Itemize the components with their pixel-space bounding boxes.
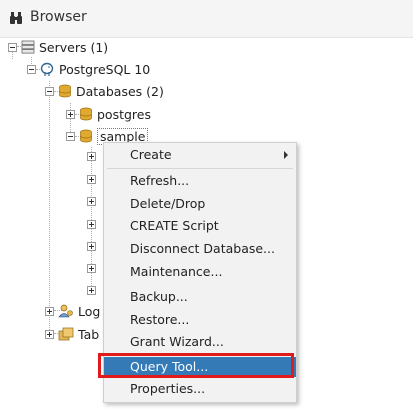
menu-item-maintenance[interactable]: Maintenance... xyxy=(104,262,296,282)
menu-item-restore[interactable]: Restore... xyxy=(104,310,296,330)
menu-item-grant-wizard[interactable]: Grant Wizard... xyxy=(104,332,296,352)
databases-label: Databases (2) xyxy=(76,83,164,99)
menu-item-delete-drop[interactable]: Delete/Drop xyxy=(104,194,296,214)
browser-title: Browser xyxy=(30,9,87,25)
postgresql-elephant-icon xyxy=(40,62,54,76)
menu-item-label: Backup... xyxy=(130,289,188,304)
servers-label: Servers (1) xyxy=(39,39,109,55)
expand-toggle[interactable] xyxy=(87,285,96,295)
login-roles-icon xyxy=(58,304,73,317)
menu-item-label: Properties... xyxy=(130,381,206,396)
menu-item-create[interactable]: Create xyxy=(104,145,296,165)
databases-icon xyxy=(59,84,71,98)
tablespaces-label: Tab xyxy=(78,326,100,342)
login-roles-label: Log xyxy=(78,303,101,319)
menu-item-label: Delete/Drop xyxy=(130,196,206,211)
tree-node-sample-child[interactable] xyxy=(87,170,100,188)
tree-node-sample-child[interactable] xyxy=(87,237,100,255)
expand-toggle[interactable] xyxy=(87,196,96,206)
submenu-arrow-icon xyxy=(284,151,288,159)
tree-node-sample-child[interactable] xyxy=(87,281,100,299)
menu-item-label: CREATE Script xyxy=(130,218,219,233)
expand-toggle[interactable] xyxy=(45,329,54,339)
expand-toggle[interactable] xyxy=(45,306,54,316)
collapse-toggle[interactable] xyxy=(27,64,36,74)
menu-item-backup[interactable]: Backup... xyxy=(104,287,296,307)
menu-item-refresh[interactable]: Refresh... xyxy=(104,171,296,191)
tree-node-tablespaces[interactable]: Tab xyxy=(45,325,99,343)
tree-node-db-postgres[interactable]: postgres xyxy=(66,105,151,123)
tree-node-login-roles[interactable]: Log xyxy=(45,302,100,320)
database-icon xyxy=(80,129,92,143)
menu-item-label: Refresh... xyxy=(130,173,190,188)
menu-item-label: Restore... xyxy=(130,312,190,327)
servers-icon xyxy=(21,40,35,54)
tablespaces-icon xyxy=(58,327,74,341)
browser-panel-header: Browser xyxy=(0,0,413,38)
tree-node-sample-child[interactable] xyxy=(87,215,100,233)
tree-node-sample-child[interactable] xyxy=(87,192,100,210)
menu-item-label: Create xyxy=(130,147,172,162)
menu-item-create-script[interactable]: CREATE Script xyxy=(104,216,296,236)
db-postgres-label: postgres xyxy=(97,106,151,122)
menu-item-label: Grant Wizard... xyxy=(130,334,224,349)
tree-node-sample-child[interactable] xyxy=(87,259,100,277)
tree-node-sample-child[interactable] xyxy=(87,147,100,165)
server-label: PostgreSQL 10 xyxy=(59,61,151,77)
menu-item-label: Maintenance... xyxy=(130,264,223,279)
binoculars-icon xyxy=(10,12,22,24)
collapse-toggle[interactable] xyxy=(45,86,54,96)
database-icon xyxy=(80,107,92,121)
collapse-toggle[interactable] xyxy=(66,131,75,141)
expand-toggle[interactable] xyxy=(87,151,96,161)
expand-toggle[interactable] xyxy=(87,174,96,184)
expand-toggle[interactable] xyxy=(87,263,96,273)
collapse-toggle[interactable] xyxy=(8,42,17,52)
menu-item-label: Disconnect Database... xyxy=(130,241,275,256)
menu-item-disconnect-database[interactable]: Disconnect Database... xyxy=(104,239,296,259)
annotation-highlight-box xyxy=(98,353,294,378)
tree-node-databases[interactable]: Databases (2) xyxy=(45,82,164,100)
expand-toggle[interactable] xyxy=(87,219,96,229)
tree-node-postgresql-server[interactable]: PostgreSQL 10 xyxy=(27,60,150,78)
tree-node-servers[interactable]: Servers (1) xyxy=(8,38,108,56)
menu-separator xyxy=(107,168,293,169)
expand-toggle[interactable] xyxy=(87,241,96,251)
expand-toggle[interactable] xyxy=(66,109,75,119)
menu-item-properties[interactable]: Properties... xyxy=(104,379,296,399)
